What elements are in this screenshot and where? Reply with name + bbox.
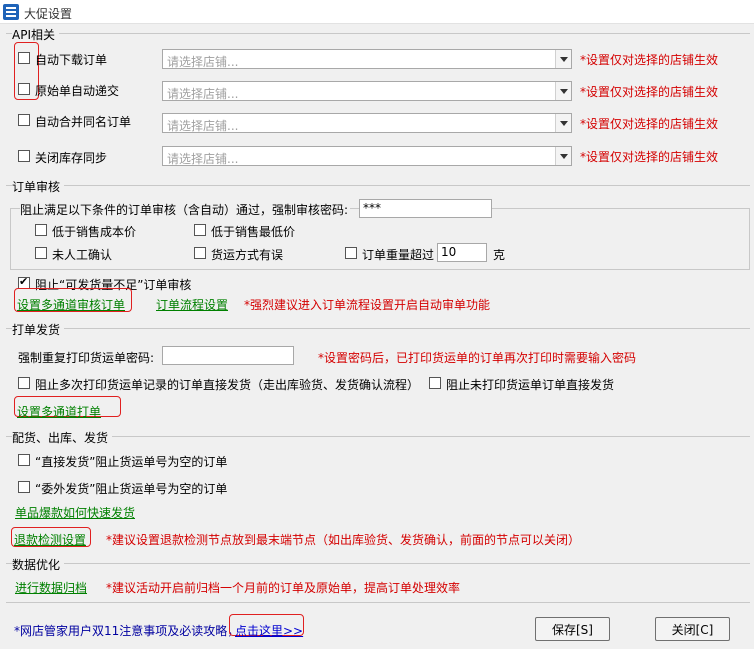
direct-ship-checkbox[interactable] — [18, 454, 30, 466]
order-flow-settings-link[interactable]: 订单流程设置 — [156, 296, 228, 313]
weight-unit-label: 克 — [493, 248, 506, 262]
below-cost-checkbox[interactable] — [35, 224, 47, 236]
audit-section-divider — [6, 185, 750, 186]
audit-password-input[interactable]: *** — [359, 199, 492, 218]
block-unprinted-checkbox[interactable] — [429, 377, 441, 389]
auto-download-label: 自动下载订单 — [35, 53, 108, 67]
auto-submit-label: 原始单自动递交 — [35, 84, 120, 98]
audit-section-title: 订单审核 — [12, 178, 65, 195]
direct-ship-label: “直接发货”阻止货运单号为空的订单 — [35, 455, 228, 469]
app-icon — [3, 4, 19, 20]
reprint-note: *设置密码后，已打印货运单的订单再次打印时需要输入密码 — [318, 351, 637, 365]
archive-note: *建议活动开启前归档一个月前的订单及原始单，提高订单处理效率 — [106, 581, 461, 595]
optimize-section-divider — [6, 563, 750, 564]
shipping-error-checkbox[interactable] — [194, 247, 206, 259]
weight-value-input[interactable]: 10 — [437, 243, 487, 262]
outsource-ship-label: “委外发货”阻止货运单号为空的订单 — [35, 482, 228, 496]
api-section-divider — [6, 33, 750, 34]
footer-divider — [6, 602, 750, 603]
close-stock-sync-shop-select[interactable]: 请选择店铺... — [162, 146, 572, 166]
below-cost-label: 低于销售成本价 — [52, 225, 137, 239]
title-bar: 大促设置 — [0, 0, 754, 24]
optimize-section-title: 数据优化 — [12, 556, 65, 573]
auto-submit-shop-select[interactable]: 请选择店铺... — [162, 81, 572, 101]
close-button[interactable]: 关闭[C] — [655, 617, 730, 641]
audit-note: *强烈建议进入订单流程设置开启自动审单功能 — [244, 298, 491, 312]
shop-select-placeholder: 请选择店铺... — [167, 119, 239, 133]
auto-merge-note: *设置仅对选择的店铺生效 — [580, 117, 719, 131]
auto-download-checkbox[interactable] — [18, 52, 30, 64]
multichannel-audit-link[interactable]: 设置多通道审核订单 — [17, 296, 125, 313]
fast-ship-link[interactable]: 单品爆款如何快速发货 — [15, 504, 135, 521]
multichannel-print-link[interactable]: 设置多通道打单 — [17, 403, 101, 420]
window-title: 大促设置 — [24, 7, 73, 21]
print-section-divider — [6, 328, 750, 329]
outsource-ship-checkbox[interactable] — [18, 481, 30, 493]
unconfirmed-checkbox[interactable] — [35, 247, 47, 259]
audit-prevent-label: 阻止满足以下条件的订单审核（含自动）通过，强制审核密码: — [20, 201, 351, 218]
weight-over-label: 订单重量超过 — [362, 248, 435, 262]
close-stock-sync-label: 关闭库存同步 — [35, 151, 108, 165]
api-section-title: API相关 — [12, 26, 59, 43]
block-multi-print-checkbox[interactable] — [18, 377, 30, 389]
auto-download-shop-select[interactable]: 请选择店铺... — [162, 49, 572, 69]
auto-submit-checkbox[interactable] — [18, 83, 30, 95]
auto-download-note: *设置仅对选择的店铺生效 — [580, 53, 719, 67]
block-multi-print-label: 阻止多次打印货运单记录的订单直接发货（走出库验货、发货确认流程） — [35, 378, 420, 392]
save-button[interactable]: 保存[S] — [535, 617, 610, 641]
reprint-password-input[interactable] — [162, 346, 294, 365]
reprint-password-label: 强制重复打印货运单密码: — [18, 351, 155, 365]
ship-section-title: 配货、出库、发货 — [12, 429, 113, 446]
refund-note: *建议设置退款检测节点放到最末端节点（如出库验货、发货确认，前面的节点可以关闭） — [106, 533, 581, 547]
unconfirmed-label: 未人工确认 — [52, 248, 113, 262]
shop-select-placeholder: 请选择店铺... — [167, 87, 239, 101]
shop-select-placeholder: 请选择店铺... — [167, 55, 239, 69]
print-section-title: 打单发货 — [12, 321, 65, 338]
click-here-link[interactable]: 点击这里>> — [235, 622, 303, 639]
below-min-checkbox[interactable] — [194, 224, 206, 236]
data-archive-link[interactable]: 进行数据归档 — [15, 579, 87, 596]
weight-over-checkbox[interactable] — [345, 247, 357, 259]
refund-check-settings-link[interactable]: 退款检测设置 — [14, 531, 86, 548]
chevron-down-icon[interactable] — [555, 50, 571, 68]
footer-notice: *网店管家用户双11注意事项及必读攻略， — [14, 624, 240, 638]
ship-section-divider — [6, 436, 750, 437]
chevron-down-icon[interactable] — [555, 82, 571, 100]
close-stock-sync-checkbox[interactable] — [18, 150, 30, 162]
auto-merge-label: 自动合并同名订单 — [35, 115, 132, 129]
chevron-down-icon[interactable] — [555, 147, 571, 165]
below-min-label: 低于销售最低价 — [211, 225, 296, 239]
block-unprinted-label: 阻止未打印货运单订单直接发货 — [446, 378, 615, 392]
auto-submit-note: *设置仅对选择的店铺生效 — [580, 85, 719, 99]
shipping-error-label: 货运方式有误 — [211, 248, 284, 262]
close-stock-sync-note: *设置仅对选择的店铺生效 — [580, 150, 719, 164]
auto-merge-checkbox[interactable] — [18, 114, 30, 126]
chevron-down-icon[interactable] — [555, 114, 571, 132]
shop-select-placeholder: 请选择店铺... — [167, 152, 239, 166]
auto-merge-shop-select[interactable]: 请选择店铺... — [162, 113, 572, 133]
